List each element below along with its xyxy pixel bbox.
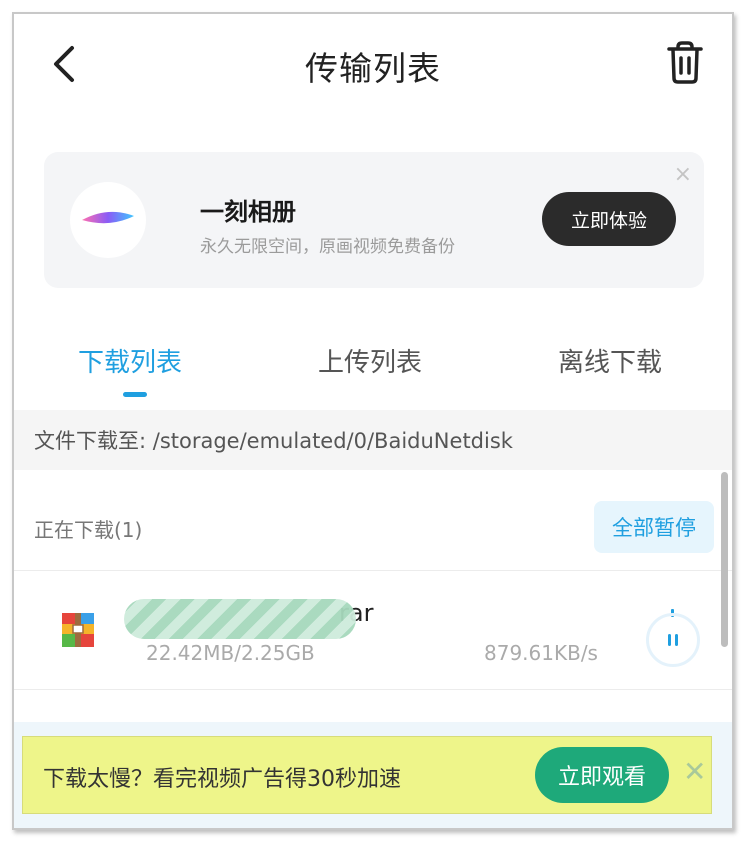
tab-offline-download[interactable]: 离线下载 [558, 342, 662, 379]
header: 传输列表 [14, 14, 732, 114]
download-speed: 879.61KB/s [484, 641, 598, 665]
close-icon[interactable]: × [674, 162, 692, 187]
speedup-banner: 下载太慢？看完视频广告得30秒加速 立即观看 ✕ [22, 736, 712, 814]
downloading-section-title: 正在下载(1) [34, 518, 143, 542]
trash-icon [667, 41, 703, 84]
tab-upload-list[interactable]: 上传列表 [318, 342, 422, 379]
app-window: 传输列表 一刻相册 永久无限空间，原画视频免费备份 立即体验 × 下载列表 上传… [12, 12, 734, 830]
watch-now-button[interactable]: 立即观看 [535, 747, 669, 803]
download-path: 文件下载至: /storage/emulated/0/BaiduNetdisk [14, 410, 732, 470]
promo-description: 永久无限空间，原画视频免费备份 [200, 237, 455, 257]
delete-button[interactable] [664, 40, 706, 86]
promo-card[interactable]: 一刻相册 永久无限空间，原画视频免费备份 立即体验 × [44, 152, 704, 288]
app-logo-icon [70, 182, 146, 258]
transfer-tabs: 下载列表 上传列表 离线下载 [14, 334, 732, 404]
try-now-button[interactable]: 立即体验 [542, 192, 676, 246]
pause-all-button[interactable]: 全部暂停 [594, 501, 714, 553]
redaction-mask [124, 599, 356, 639]
scrollbar[interactable] [721, 472, 728, 647]
pause-button[interactable] [646, 613, 700, 667]
promo-app-name: 一刻相册 [200, 198, 296, 226]
close-icon[interactable]: ✕ [683, 755, 706, 788]
divider [14, 689, 732, 690]
pause-icon [668, 634, 678, 646]
download-item[interactable]: xxxxxxxxxxxxxxxrar 22.42MB/2.25GB 879.61… [14, 571, 732, 689]
banner-text: 下载太慢？看完视频广告得30秒加速 [43, 767, 401, 792]
tab-download-list[interactable]: 下载列表 [78, 342, 182, 379]
page-title: 传输列表 [305, 49, 441, 88]
file-size: 22.42MB/2.25GB [146, 641, 315, 665]
active-tab-indicator [123, 392, 147, 397]
archive-file-icon [60, 611, 96, 649]
